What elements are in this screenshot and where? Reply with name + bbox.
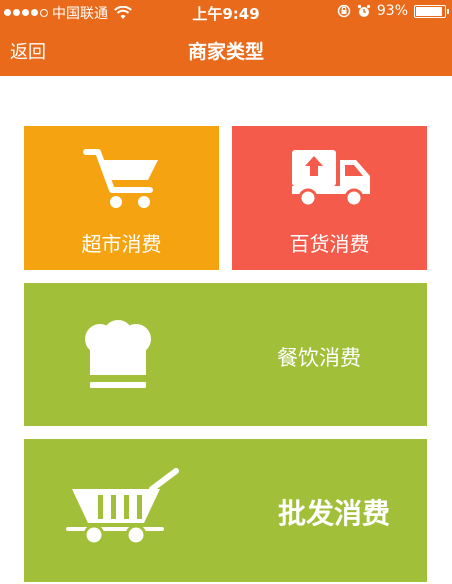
battery-percentage: 93% <box>376 3 408 19</box>
shopping-cart-icon <box>83 149 158 208</box>
tile-wholesale-label: 批发消费 <box>278 497 391 530</box>
tile-wholesale[interactable]: 批发消费 <box>24 439 427 582</box>
carrier-name: 中国联通 <box>52 6 108 22</box>
status-right: 93% <box>337 3 449 19</box>
page-title: 商家类型 <box>187 41 264 63</box>
tile-department-store[interactable]: 百货消费 <box>232 126 427 270</box>
tile-dining-label: 餐饮消费 <box>277 346 361 370</box>
wifi-icon <box>114 6 132 19</box>
back-button[interactable]: 返回 <box>10 38 46 64</box>
tile-supermarket[interactable]: 超市消费 <box>24 126 219 270</box>
alarm-clock-icon <box>357 4 370 17</box>
chef-hat-icon <box>85 320 151 388</box>
status-bar: 中国联通 上午9:49 93% <box>0 0 452 24</box>
tile-department-store-label: 百货消费 <box>289 232 370 256</box>
nav-bar: 返回 商家类型 <box>0 26 452 76</box>
rotation-lock-icon <box>337 4 351 18</box>
delivery-truck-icon <box>292 150 370 208</box>
tile-dining[interactable]: 餐饮消费 <box>24 283 427 426</box>
tile-supermarket-label: 超市消费 <box>81 232 162 256</box>
battery-icon <box>414 4 449 18</box>
wholesale-cart-icon <box>66 468 179 546</box>
status-left: 中国联通 <box>4 3 132 23</box>
top-bar: 中国联通 上午9:49 93% 返回 商家类型 <box>0 0 452 76</box>
signal-strength-icon <box>4 9 48 17</box>
